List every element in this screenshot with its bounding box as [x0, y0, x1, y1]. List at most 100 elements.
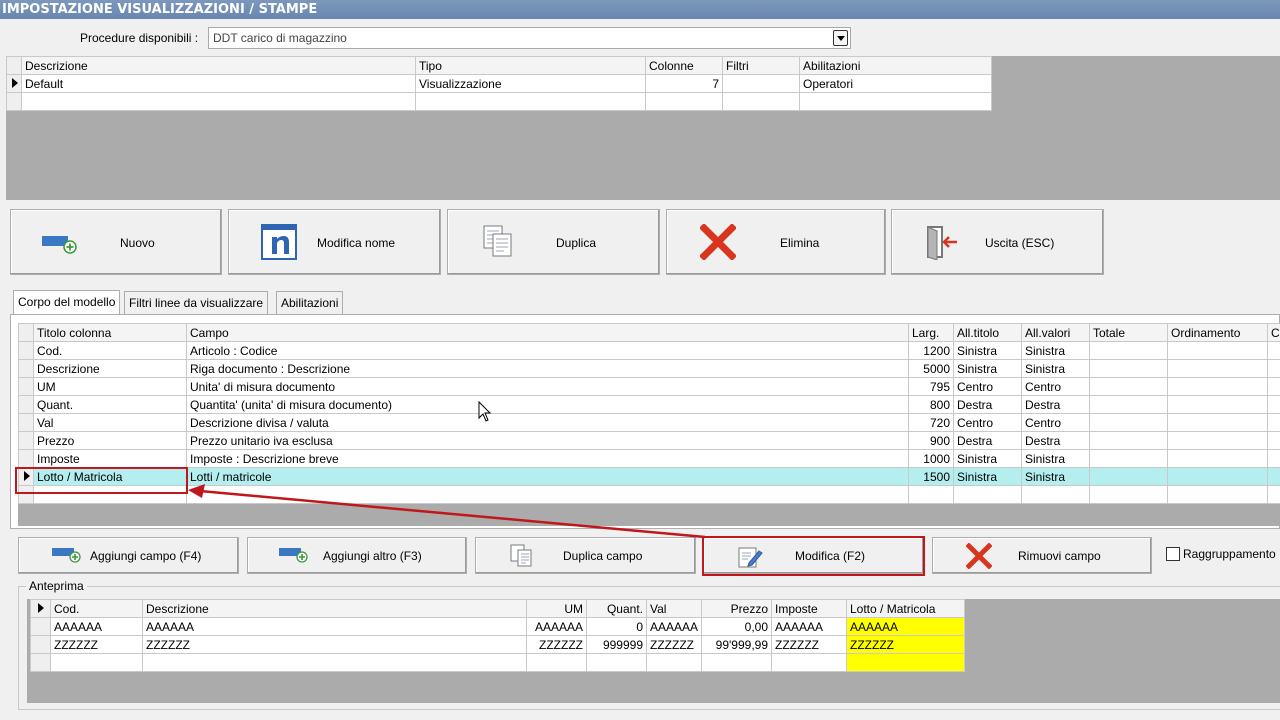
- column-header[interactable]: All.valori: [1021, 323, 1090, 342]
- cell[interactable]: Quant.: [33, 395, 187, 414]
- cell[interactable]: Descrizione divisa / valuta: [186, 413, 909, 432]
- column-header: Cod.: [50, 599, 143, 618]
- modifica-nome-label: Modifica nome: [317, 236, 396, 250]
- table-row[interactable]: Cod. Articolo : Codice 1200 Sinistra Sin…: [18, 341, 1280, 360]
- cell[interactable]: Cod.: [33, 341, 187, 360]
- table-row[interactable]: UM Unita' di misura documento 795 Centro…: [18, 377, 1280, 396]
- column-header[interactable]: Filtri: [722, 56, 800, 75]
- column-header[interactable]: Tipo: [415, 56, 646, 75]
- cell[interactable]: UM: [33, 377, 187, 396]
- cell[interactable]: Operatori: [799, 74, 992, 93]
- table-row[interactable]: Quant. Quantita' (unita' di misura docum…: [18, 395, 1280, 414]
- table-row[interactable]: Imposte Imposte : Descrizione breve 1000…: [18, 449, 1280, 468]
- aggiungi-campo-button[interactable]: Aggiungi campo (F4): [18, 537, 239, 574]
- cell[interactable]: 1000: [908, 449, 954, 468]
- annotation-highlight-button: [702, 536, 925, 576]
- column-header: Imposte: [771, 599, 847, 618]
- tab-corpo-del-modello[interactable]: Corpo del modello: [13, 290, 121, 315]
- modifica-nome-button[interactable]: Modifica nome: [228, 209, 441, 275]
- cell[interactable]: Riga documento : Descrizione: [186, 359, 909, 378]
- cell: 999999: [586, 635, 647, 654]
- cell[interactable]: Prezzo: [33, 431, 187, 450]
- cell[interactable]: 900: [908, 431, 954, 450]
- cell[interactable]: 7: [645, 74, 723, 93]
- cell: AAAAAA: [526, 617, 587, 636]
- cell[interactable]: Destra: [953, 431, 1022, 450]
- aggiungi-altro-button[interactable]: Aggiungi altro (F3): [247, 537, 467, 574]
- nuovo-label: Nuovo: [120, 236, 155, 250]
- cell[interactable]: Quantita' (unita' di misura documento): [186, 395, 909, 414]
- cell[interactable]: 1200: [908, 341, 954, 360]
- column-header[interactable]: C: [1267, 323, 1280, 342]
- cell[interactable]: Visualizzazione: [415, 74, 646, 93]
- cell[interactable]: Unita' di misura documento: [186, 377, 909, 396]
- cell[interactable]: Val: [33, 413, 187, 432]
- anteprima-label: Anteprima: [26, 579, 87, 593]
- tab-abilitazioni[interactable]: Abilitazioni: [276, 291, 344, 314]
- uscita-button[interactable]: Uscita (ESC): [891, 209, 1104, 275]
- preview-table: Cod. Descrizione UM Quant. Val Prezzo Im…: [30, 599, 965, 672]
- column-header[interactable]: Larg.: [908, 323, 954, 342]
- cell[interactable]: Sinistra: [1021, 341, 1090, 360]
- table-row[interactable]: Val Descrizione divisa / valuta 720 Cent…: [18, 413, 1280, 432]
- cell[interactable]: 1500: [908, 467, 954, 486]
- cell[interactable]: Prezzo unitario iva esclusa: [186, 431, 909, 450]
- cell[interactable]: Sinistra: [953, 449, 1022, 468]
- tab-filtri-linee[interactable]: Filtri linee da visualizzare: [124, 291, 269, 314]
- raggruppamento-checkbox[interactable]: [1166, 547, 1180, 561]
- cell: ZZZZZZ: [142, 635, 527, 654]
- cell[interactable]: Sinistra: [953, 341, 1022, 360]
- cell: AAAAAA: [50, 617, 143, 636]
- uscita-label: Uscita (ESC): [985, 236, 1055, 250]
- columns-table: Titolo colonna Campo Larg. All.titolo Al…: [18, 323, 1280, 504]
- column-header[interactable]: Totale: [1089, 323, 1168, 342]
- cell-highlighted: AAAAAA: [846, 617, 965, 636]
- cell[interactable]: Sinistra: [1021, 449, 1090, 468]
- column-header[interactable]: Abilitazioni: [799, 56, 992, 75]
- cell[interactable]: Destra: [953, 395, 1022, 414]
- column-header[interactable]: Colonne: [645, 56, 723, 75]
- cell[interactable]: Sinistra: [1021, 359, 1090, 378]
- cell[interactable]: Centro: [1021, 377, 1090, 396]
- duplica-campo-label: Duplica campo: [563, 549, 643, 563]
- table-row-empty[interactable]: [6, 92, 992, 111]
- cell[interactable]: [722, 74, 800, 93]
- duplica-button[interactable]: Duplica: [447, 209, 660, 275]
- cell[interactable]: Sinistra: [953, 359, 1022, 378]
- table-row[interactable]: Default Visualizzazione 7 Operatori: [6, 74, 992, 93]
- cell[interactable]: Centro: [1021, 413, 1090, 432]
- cell[interactable]: Centro: [953, 377, 1022, 396]
- procedure-select[interactable]: DDT carico di magazzino: [208, 27, 851, 49]
- cell[interactable]: 720: [908, 413, 954, 432]
- aggiungi-campo-label: Aggiungi campo (F4): [90, 549, 202, 563]
- cell[interactable]: Sinistra: [1021, 467, 1090, 486]
- cell: ZZZZZZ: [646, 635, 702, 654]
- elimina-button[interactable]: Elimina: [666, 209, 886, 275]
- cell[interactable]: 800: [908, 395, 954, 414]
- cell[interactable]: Destra: [1021, 395, 1090, 414]
- cell[interactable]: Sinistra: [953, 467, 1022, 486]
- procedure-select-value: DDT carico di magazzino: [213, 31, 347, 45]
- cell[interactable]: Destra: [1021, 431, 1090, 450]
- cell[interactable]: Default: [21, 74, 416, 93]
- cell[interactable]: 5000: [908, 359, 954, 378]
- column-header[interactable]: Campo: [186, 323, 909, 342]
- duplica-campo-button[interactable]: Duplica campo: [475, 537, 696, 574]
- mouse-cursor-icon: [478, 401, 492, 422]
- cell[interactable]: Imposte : Descrizione breve: [186, 449, 909, 468]
- column-header[interactable]: Titolo colonna: [33, 323, 187, 342]
- cell[interactable]: Imposte: [33, 449, 187, 468]
- cell[interactable]: 795: [908, 377, 954, 396]
- nuovo-button[interactable]: Nuovo: [10, 209, 222, 275]
- cell[interactable]: Descrizione: [33, 359, 187, 378]
- column-header[interactable]: All.titolo: [953, 323, 1022, 342]
- column-header[interactable]: Descrizione: [21, 56, 416, 75]
- table-row[interactable]: Prezzo Prezzo unitario iva esclusa 900 D…: [18, 431, 1280, 450]
- column-header[interactable]: Ordinamento: [1167, 323, 1268, 342]
- annotation-arrow-icon: [188, 484, 706, 539]
- chevron-down-icon[interactable]: [833, 30, 848, 46]
- table-row[interactable]: Descrizione Riga documento : Descrizione…: [18, 359, 1280, 378]
- cell[interactable]: Articolo : Codice: [186, 341, 909, 360]
- rimuovi-campo-button[interactable]: Rimuovi campo: [932, 537, 1152, 574]
- cell[interactable]: Centro: [953, 413, 1022, 432]
